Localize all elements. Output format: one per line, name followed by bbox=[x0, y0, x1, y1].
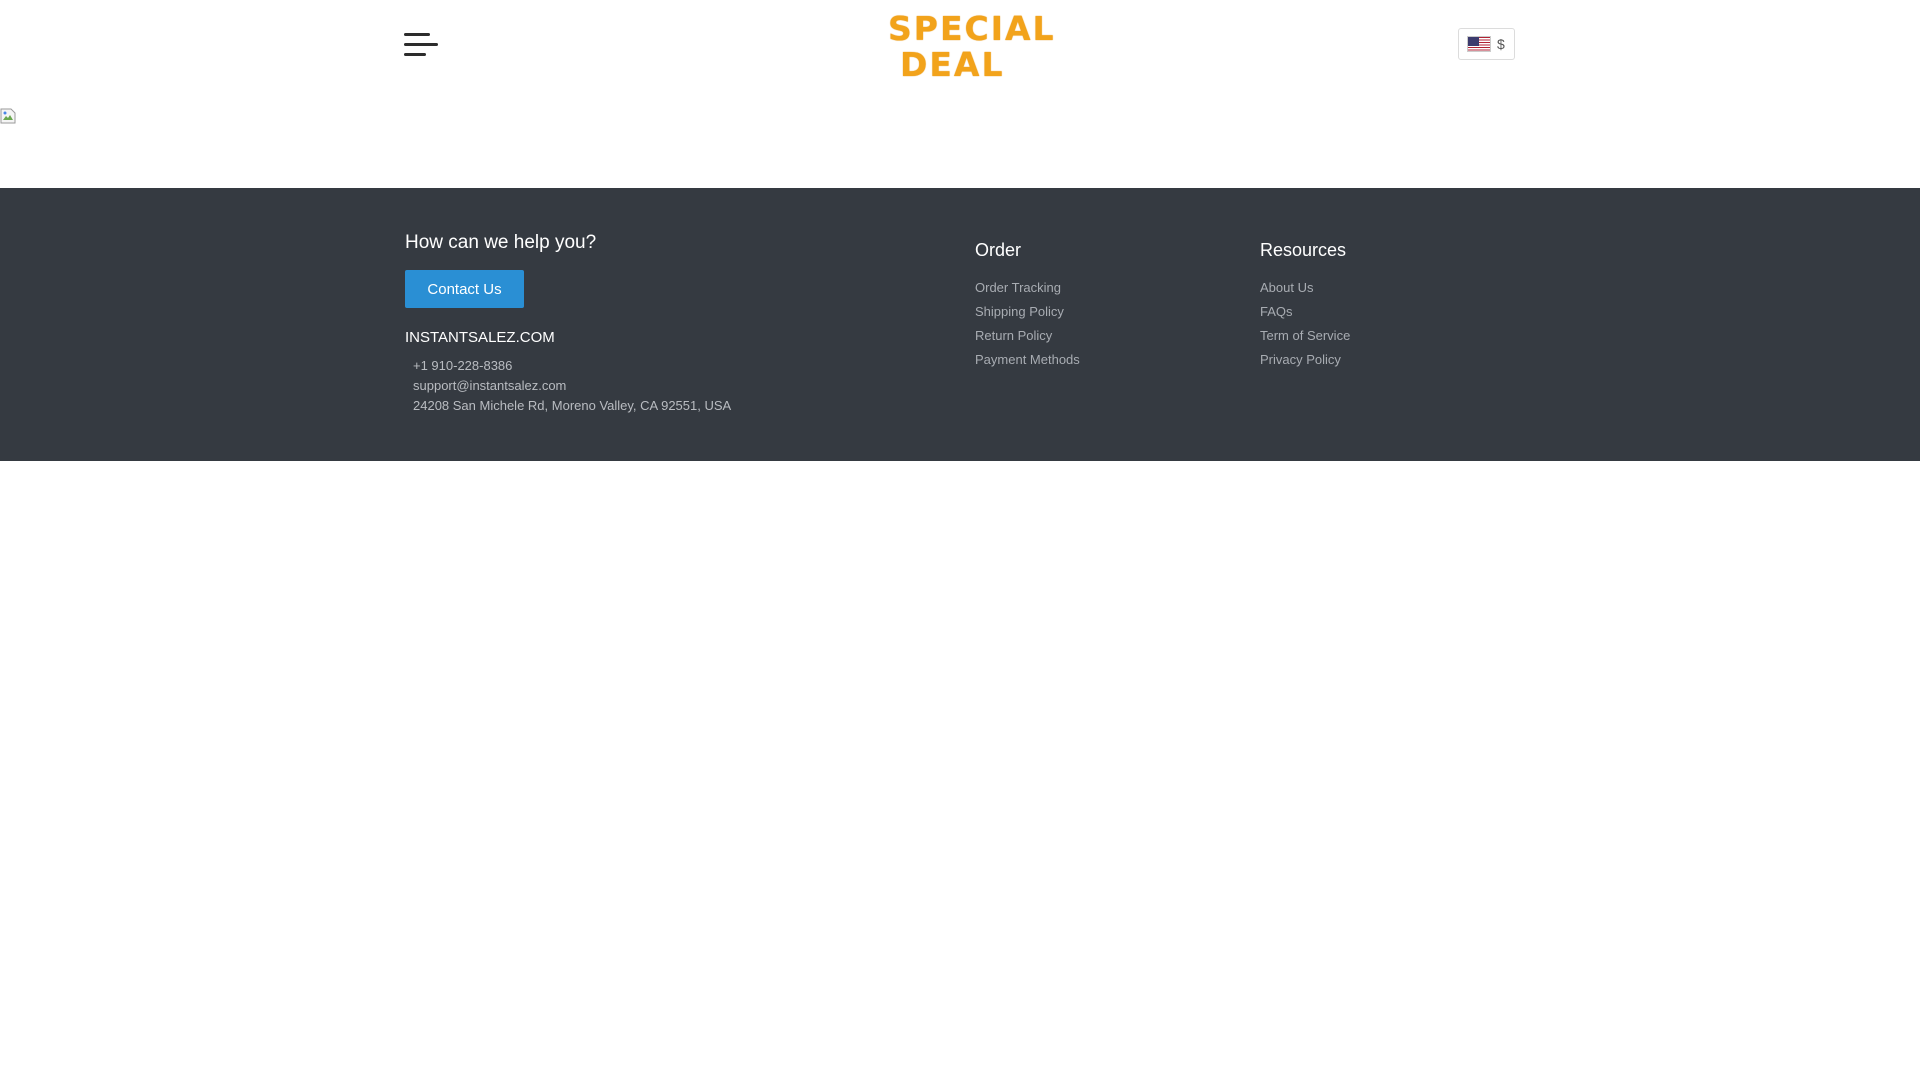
payment-methods-link[interactable]: Payment Methods bbox=[975, 352, 1080, 367]
us-flag-icon bbox=[1467, 36, 1491, 52]
site-footer bbox=[0, 188, 1920, 461]
site-logo[interactable]: SPECIAL DEAL bbox=[886, 10, 1054, 84]
return-policy-link[interactable]: Return Policy bbox=[975, 328, 1052, 343]
order-heading: Order bbox=[975, 240, 1022, 260]
order-tracking-link[interactable]: Order Tracking bbox=[975, 280, 1061, 295]
logo-line-1: SPECIAL bbox=[888, 9, 1056, 48]
terms-of-service-link[interactable]: Term of Service bbox=[1260, 328, 1350, 343]
hamburger-menu-icon[interactable] bbox=[404, 31, 438, 59]
about-us-link[interactable]: About Us bbox=[1260, 280, 1313, 295]
currency-symbol: $ bbox=[1497, 36, 1505, 52]
support-email[interactable]: support@instantsalez.com bbox=[413, 378, 566, 393]
shipping-policy-link[interactable]: Shipping Policy bbox=[975, 304, 1064, 319]
logo-line-2: DEAL bbox=[900, 45, 1005, 84]
privacy-policy-link[interactable]: Privacy Policy bbox=[1260, 352, 1341, 367]
resources-heading: Resources bbox=[1260, 240, 1347, 260]
brand-name: INSTANTSALEZ.COM bbox=[405, 329, 555, 346]
phone-number[interactable]: +1 910-228-8386 bbox=[413, 358, 512, 373]
broken-image-icon bbox=[0, 108, 16, 124]
faqs-link[interactable]: FAQs bbox=[1260, 304, 1293, 319]
contact-us-button[interactable]: Contact Us bbox=[405, 270, 524, 308]
currency-selector[interactable]: $ bbox=[1458, 28, 1515, 60]
site-header: SPECIAL DEAL $ bbox=[0, 0, 1920, 92]
address: 24208 San Michele Rd, Moreno Valley, CA … bbox=[413, 398, 732, 413]
help-heading: How can we help you? bbox=[405, 232, 597, 253]
